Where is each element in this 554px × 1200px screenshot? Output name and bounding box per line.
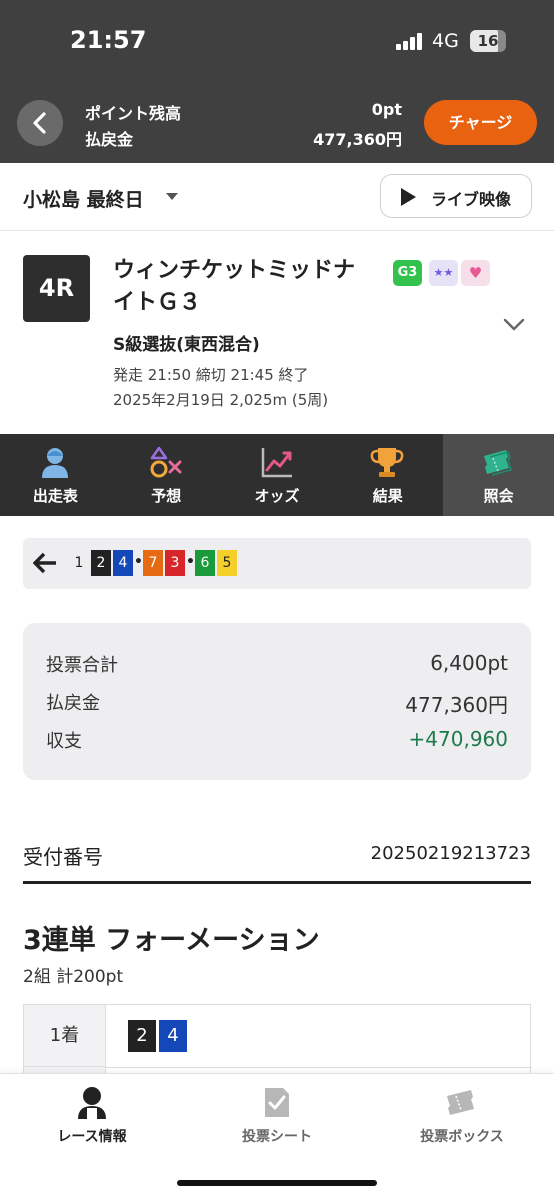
prediction-icon [150,446,182,478]
tab-label: オッズ [254,487,300,505]
receipt-number-value: 20250219213723 [370,843,531,864]
battery-level: 16 [477,32,499,50]
refund-value: 477,360円 [405,693,508,717]
chevron-down-icon[interactable] [503,318,525,332]
live-video-label: ライブ映像 [431,190,512,209]
grade-badge: G3 [393,260,422,286]
live-video-button[interactable]: ライブ映像 [380,174,532,218]
ticket-icon [484,450,513,476]
race-time-info: 発走 21:50 締切 21:45 終了 [113,366,309,384]
play-icon [401,188,416,206]
divider [23,881,531,884]
points-header: ポイント残高 払戻金 0pt 477,360円 チャージ [0,85,554,163]
tab-odds[interactable]: オッズ [222,434,333,516]
network-type: 4G [432,30,459,52]
status-time: 21:57 [70,26,147,54]
nav-label: レース情報 [57,1129,127,1145]
separator-dot: • [134,554,143,570]
race-date-info: 2025年2月19日 2,025m (5周) [113,391,329,409]
separator-dot: • [186,554,195,570]
arrow-left-icon [33,552,56,574]
chevron-left-icon [33,112,46,134]
status-bar: 21:57 4G 16 [0,0,554,85]
venue-row: 小松島 最終日 ライブ映像 [0,163,554,231]
race-number: 4R [23,255,90,322]
tab-entries[interactable]: 出走表 [0,434,111,516]
point-balance-value: 0pt [371,100,402,119]
bike-number: 3 [165,550,185,576]
tab-inquiry[interactable]: 照会 [443,434,554,516]
home-indicator [177,1180,377,1186]
charge-button[interactable]: チャージ [424,100,537,145]
refund-label: 払戻金 [46,693,100,714]
tab-prediction[interactable]: 予想 [111,434,222,516]
receipt-number-label: 受付番号 [23,845,103,869]
bike-number: 1 [69,550,89,576]
bike-number: 4 [113,550,133,576]
venue-selector[interactable]: 小松島 最終日 [23,185,144,212]
total-bet-value: 6,400pt [430,651,508,675]
bet-summary: 2組 計200pt [23,967,124,987]
refund-label: 払戻金 [85,130,134,149]
bet-type-title: 3連単 フォーメーション [23,925,320,956]
bike-number: 2 [91,550,111,576]
signal-icon [396,33,426,50]
tab-results[interactable]: 結果 [332,434,443,516]
bike-number: 7 [143,550,163,576]
race-class: S級選抜(東西混合) [113,335,260,355]
refund-row: 払戻金 477,360円 [46,689,508,719]
odds-chart-icon [261,448,292,478]
heart-icon: ♥ [461,260,490,286]
total-bet-row: 投票合計 6,400pt [46,651,508,681]
vote-sheet-icon [265,1088,289,1117]
point-balance-label: ポイント残高 [85,104,182,123]
vote-box-icon [447,1090,474,1115]
bike-number: 6 [195,550,215,576]
nav-vote-sheet[interactable]: 投票シート [185,1074,369,1164]
balance-row: 収支 +470,960 [46,727,508,757]
tab-label: 照会 [483,487,514,505]
summary-card: 投票合計 6,400pt 払戻金 477,360円 収支 +470,960 [23,623,531,780]
balance-value: +470,960 [408,727,508,751]
total-bet-label: 投票合計 [46,655,118,676]
balance-label: 収支 [46,731,82,752]
trophy-icon [371,448,404,477]
caret-down-icon[interactable] [166,193,178,200]
race-tabs: 出走表 予想 オッズ 結果 照会 [0,434,554,516]
nav-label: 投票ボックス [420,1129,504,1145]
bet-combination-bar: 1 2 4 • 7 3 • 6 5 [23,538,531,589]
tab-label: 結果 [372,487,403,505]
race-title: ウィンチケットミッドナイトＧ３ [113,258,356,315]
race-info-icon [78,1087,106,1119]
tab-label: 予想 [151,487,182,505]
first-place-label: 1着 [24,1005,106,1067]
bike-number: 4 [159,1020,187,1052]
nav-label: 投票シート [242,1129,312,1145]
divider [106,1067,532,1068]
nav-vote-box[interactable]: 投票ボックス [370,1074,554,1164]
star-icon: ★★ [429,260,458,286]
refund-value: 477,360円 [313,130,402,149]
battery-icon: 16 [470,30,506,52]
bike-number: 5 [217,550,237,576]
back-button[interactable] [17,100,63,146]
racer-icon [42,448,68,478]
bike-number: 2 [128,1020,156,1052]
tab-label: 出走表 [32,487,78,505]
nav-race-info[interactable]: レース情報 [0,1074,184,1164]
